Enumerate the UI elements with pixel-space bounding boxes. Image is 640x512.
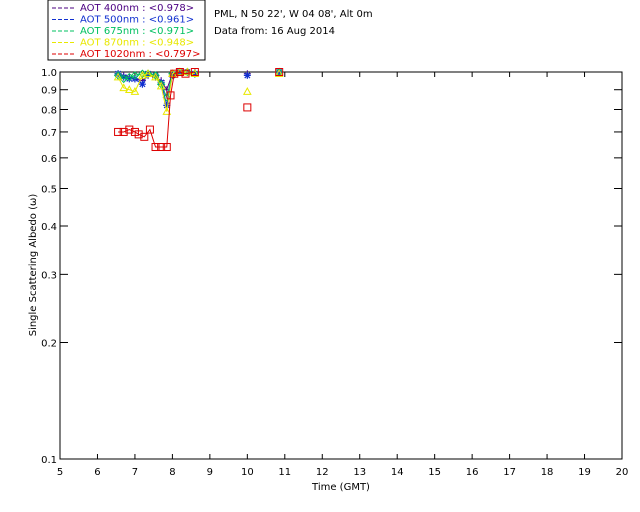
x-tick-label: 5 <box>57 467 63 478</box>
series-layer <box>113 67 284 152</box>
series-line <box>118 71 195 148</box>
y-tick-label: 0.9 <box>41 86 57 97</box>
y-tick-label: 0.2 <box>41 339 57 350</box>
x-tick-label: 20 <box>616 467 629 478</box>
data-point <box>243 71 251 79</box>
y-tick-label: 0.1 <box>41 455 57 466</box>
x-tick-label: 11 <box>278 467 291 478</box>
legend-label: AOT 870nm : <0.948> <box>80 38 194 49</box>
x-tick-label: 15 <box>428 467 441 478</box>
legend-label: AOT 400nm : <0.978> <box>80 3 194 14</box>
chart-svg: AOT 400nm : <0.978>AOT 500nm : <0.961>AO… <box>28 0 629 493</box>
x-tick-label: 14 <box>391 467 404 478</box>
y-axis-title: Single Scattering Albedo (ω) <box>28 194 39 337</box>
x-tick-label: 13 <box>353 467 366 478</box>
x-tick-label: 17 <box>503 467 516 478</box>
x-tick-label: 9 <box>207 467 213 478</box>
y-axis: 0.1 0.2 0.3 0.4 0.5 0.6 0.7 0.8 0.9 1.0 <box>41 68 622 466</box>
x-axis-title: Time (GMT) <box>311 482 370 493</box>
legend-label: AOT 1020nm : <0.797> <box>80 49 200 60</box>
data-point <box>242 87 252 95</box>
x-tick-label: 8 <box>169 467 175 478</box>
x-tick-label: 6 <box>94 467 100 478</box>
legend-label: AOT 675nm : <0.971> <box>80 26 194 37</box>
date-label: Data from: 16 Aug 2014 <box>214 26 335 37</box>
y-tick-label: 0.4 <box>41 222 57 233</box>
y-tick-label: 0.3 <box>41 270 57 281</box>
plot-frame <box>59 71 623 460</box>
x-tick-label: 18 <box>541 467 554 478</box>
data-point <box>243 103 252 112</box>
x-tick-label: 10 <box>241 467 254 478</box>
y-tick-label: 0.6 <box>41 154 57 165</box>
y-tick-label: 0.7 <box>41 128 57 139</box>
y-tick-label: 0.5 <box>41 184 57 195</box>
y-tick-label: 1.0 <box>41 68 57 79</box>
y-tick-label: 0.8 <box>41 106 57 117</box>
x-tick-label: 19 <box>578 467 591 478</box>
site-label: PML, N 50 22', W 04 08', Alt 0m <box>214 9 373 20</box>
x-tick-label: 12 <box>316 467 329 478</box>
legend-label: AOT 500nm : <0.961> <box>80 15 194 26</box>
x-tick-label: 16 <box>466 467 479 478</box>
x-tick-label: 7 <box>132 467 138 478</box>
